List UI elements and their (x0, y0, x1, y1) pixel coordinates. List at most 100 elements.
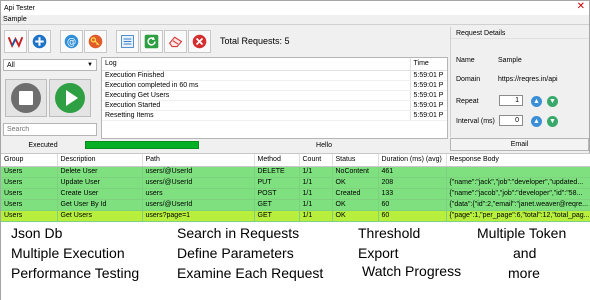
cell-group: Users (1, 199, 58, 211)
delete-icon (192, 34, 207, 48)
cell-path: users/@UserId (142, 177, 255, 189)
cell-path: users (142, 188, 255, 200)
cell-path: users/@UserId (142, 199, 255, 211)
close-icon[interactable]: ✕ (577, 2, 585, 12)
feature-text: Performance Testing (11, 265, 140, 281)
feature-text: Json Db (11, 225, 63, 241)
clear-button[interactable] (164, 29, 187, 53)
cell-status: Created (332, 188, 379, 200)
cell-duration: 461 (378, 166, 447, 178)
key-icon (88, 34, 103, 48)
log-message: Execution Finished (102, 70, 410, 81)
feature-text: Watch Progress (362, 263, 462, 279)
cell-method: GET (254, 199, 300, 211)
feature-text: and (513, 245, 537, 261)
log-time: 5:59:01 P (409, 70, 447, 81)
header-response-body[interactable]: Response Body (446, 154, 590, 167)
email-settings-button[interactable]: @ (60, 29, 83, 53)
cell-response-body (446, 166, 590, 178)
log-time: 5:59:01 P (409, 90, 447, 101)
stop-button[interactable] (5, 79, 47, 117)
cell-status: OK (332, 210, 379, 222)
header-status[interactable]: Status (332, 154, 379, 167)
header-group[interactable]: Group (1, 154, 58, 167)
log-panel: Log Time Execution Finished 5:59:01 P Exe… (101, 57, 448, 139)
group-filter-value: All (7, 61, 15, 69)
cell-response-body: {"page":1,"per_page":6,"total":12,"total… (446, 210, 590, 222)
cell-description: Create User (57, 188, 143, 200)
log-time: 5:59:01 P (409, 110, 447, 121)
header-duration[interactable]: Duration (ms) (avg) (378, 154, 447, 167)
cell-description: Get User By Id (57, 199, 143, 211)
feature-text: Define Parameters (177, 245, 294, 261)
cell-status: OK (332, 199, 379, 211)
arrow-up-icon[interactable]: ▲ (531, 116, 542, 127)
tab-sample[interactable]: Sample (3, 16, 27, 23)
feature-text: Threshold (358, 225, 421, 241)
progress-bar (85, 141, 199, 149)
cell-count: 1/1 (299, 188, 333, 200)
header-method[interactable]: Method (254, 154, 300, 167)
log-time: 5:59:01 P (409, 80, 447, 91)
cell-duration: 208 (378, 177, 447, 189)
list-icon (121, 34, 134, 48)
header-description[interactable]: Description (57, 154, 143, 167)
svg-text:@: @ (67, 36, 76, 47)
header-path[interactable]: Path (142, 154, 255, 167)
cell-method: PUT (254, 177, 300, 189)
email-button[interactable]: Email (450, 138, 589, 151)
logo-button[interactable] (4, 29, 27, 53)
add-button[interactable] (28, 29, 51, 53)
requests-grid: Group Description Path Method Count Stat… (1, 153, 590, 223)
arrow-down-icon[interactable]: ▼ (547, 116, 558, 127)
notes-button[interactable] (116, 29, 139, 53)
cell-response-body: {"name":"jacob","job":"developer","id":"… (446, 188, 590, 200)
run-button[interactable] (49, 79, 91, 117)
log-header-time: Time (409, 58, 447, 71)
toolbar: @ Total Requests: 5 (1, 27, 449, 55)
stop-icon (11, 83, 41, 113)
arrow-up-icon[interactable]: ▲ (531, 96, 542, 107)
request-details-panel: Request Details Name Sample Domain https… (450, 27, 589, 137)
log-row: Execution Finished 5:59:01 P (102, 70, 447, 81)
refresh-button[interactable] (140, 29, 163, 53)
header-count[interactable]: Count (299, 154, 333, 167)
cell-status: OK (332, 177, 379, 189)
table-row[interactable]: Users Create User users POST 1/1 Created… (1, 188, 590, 200)
table-row[interactable]: Users Update User users/@UserId PUT 1/1 … (1, 177, 590, 189)
cell-description: Update User (57, 177, 143, 189)
log-message: Resetting Items (102, 110, 410, 121)
cell-group: Users (1, 188, 58, 200)
cell-count: 1/1 (299, 210, 333, 222)
status-bar: Executed Hello (1, 139, 449, 151)
table-row[interactable]: Users Delete User users/@UserId DELETE 1… (1, 166, 590, 178)
feature-text: Multiple Token (477, 225, 567, 241)
status-message: Hello (316, 141, 332, 149)
table-row[interactable]: Users Get User By Id users/@UserId GET 1… (1, 199, 590, 211)
table-row-selected[interactable]: Users Get Users users?page=1 GET 1/1 OK … (1, 210, 590, 222)
chevron-down-icon: ▼ (87, 62, 93, 68)
log-row: Resetting Items 5:59:01 P (102, 110, 447, 121)
cell-method: POST (254, 188, 300, 200)
play-icon (55, 83, 85, 113)
cell-method: GET (254, 210, 300, 222)
grid-header-row: Group Description Path Method Count Stat… (1, 154, 590, 167)
tab-bar: Sample (1, 15, 589, 25)
token-button[interactable] (84, 29, 107, 53)
interval-input[interactable]: 0 (499, 115, 523, 126)
log-time: 5:59:01 P (409, 100, 447, 111)
group-filter-select[interactable]: All ▼ (3, 59, 97, 71)
search-input[interactable] (3, 123, 97, 136)
repeat-input[interactable]: 1 (499, 95, 523, 106)
cell-response-body: {"name":"jack","job":"developer","update… (446, 177, 590, 189)
arrow-down-icon[interactable]: ▼ (547, 96, 558, 107)
domain-value[interactable]: https://reqres.in/api (498, 76, 558, 83)
at-sign-icon: @ (64, 34, 79, 48)
cell-path: users?page=1 (142, 210, 255, 222)
delete-button[interactable] (188, 29, 211, 53)
log-table: Log Time Execution Finished 5:59:01 P Exe… (102, 58, 447, 121)
log-message: Execution completed in 60 ms (102, 80, 410, 91)
name-value[interactable]: Sample (498, 57, 522, 64)
interval-label: Interval (ms) (456, 118, 495, 125)
cell-count: 1/1 (299, 177, 333, 189)
